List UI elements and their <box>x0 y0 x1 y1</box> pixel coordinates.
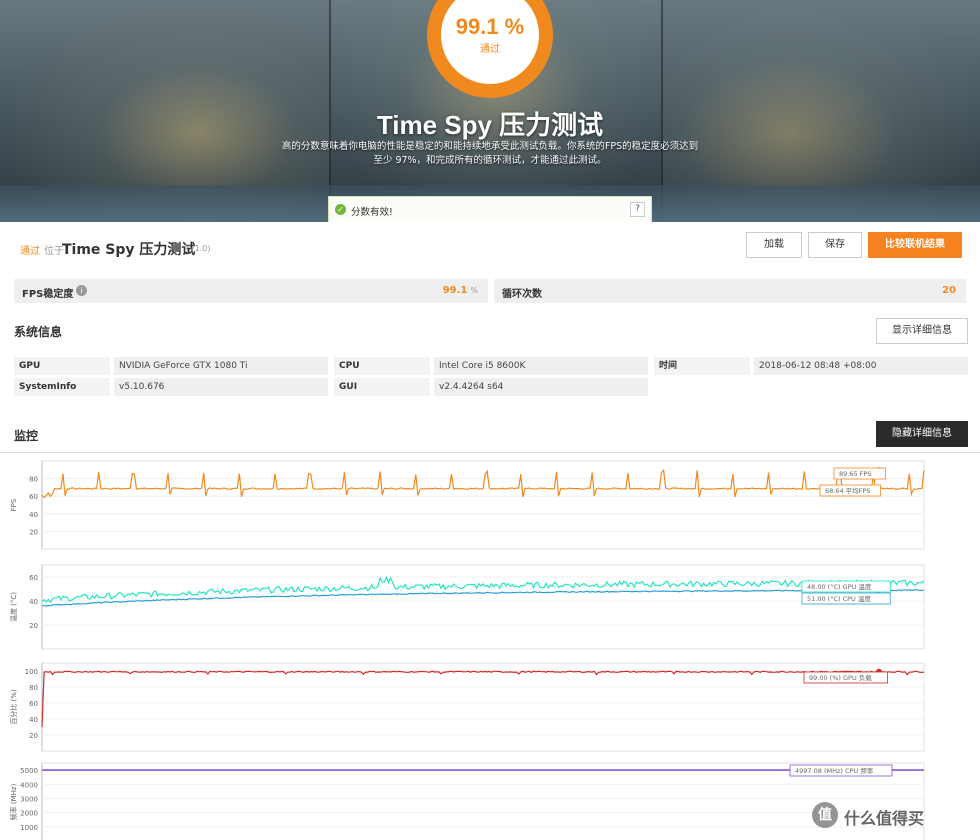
y-tick-label: 80 <box>29 476 38 484</box>
y-axis-label: 百分比 (%) <box>9 689 18 725</box>
y-tick-label: 20 <box>29 528 38 536</box>
position-word: 位于 <box>44 246 64 257</box>
hero-description: 高的分数意味着你电脑的性能是稳定的和能持续地承受此测试负载。你系统的FPS的稳定… <box>281 141 699 166</box>
y-tick-label: 100 <box>25 668 38 676</box>
save-button[interactable]: 保存 <box>808 232 862 258</box>
help-button[interactable]: ? <box>630 202 645 217</box>
watermark-logo: 值 <box>812 802 838 828</box>
time-key: 时间 <box>654 357 750 375</box>
series-line <box>41 575 925 604</box>
cpu-value: Intel Core i5 8600K <box>434 357 648 375</box>
breadcrumb: 通过 位于 <box>20 242 64 257</box>
systeminfo-value: v5.10.676 <box>114 378 328 396</box>
value-label: 89.65 FPS <box>839 470 871 478</box>
monitor-title: 监控 <box>14 429 39 443</box>
chart-frame <box>41 460 925 550</box>
value-label: 51.00 (°C) CPU 温度 <box>807 594 871 603</box>
y-tick-label: 40 <box>29 598 38 606</box>
y-tick-label: 5000 <box>20 767 38 775</box>
hero-title: Time Spy 压力测试 <box>376 110 604 140</box>
hide-details-button[interactable]: 隐藏详细信息 <box>876 421 968 447</box>
fps-stability-bar: FPS稳定度 i 99.1% <box>14 279 488 303</box>
y-axis-label: FPS <box>10 498 18 511</box>
time-value: 2018-06-12 08:48 +08:00 <box>754 357 968 375</box>
watermark-text: 什么值得买 <box>844 809 925 828</box>
y-tick-label: 3000 <box>20 795 38 803</box>
test-version: (V1.0) <box>186 244 211 253</box>
y-tick-label: 60 <box>29 493 38 501</box>
score-valid-text: 分数有效! <box>351 207 393 218</box>
chart-frame <box>41 662 925 752</box>
hero-banner: 99.1 % 通过 Time Spy 压力测试 高的分数意味着你电脑的性能是稳定… <box>0 0 980 222</box>
score-value: 99.1 % <box>455 14 525 39</box>
fps-stability-unit: % <box>470 286 478 295</box>
y-axis-label: 温度 (°C) <box>9 592 18 622</box>
show-details-button[interactable]: 显示详细信息 <box>876 318 968 344</box>
y-tick-label: 2000 <box>20 810 38 818</box>
loop-count-value: 20 <box>942 285 956 296</box>
score-badge: 99.1 % 通过 <box>427 0 553 98</box>
fps-stability-value: 99.1% <box>443 285 478 296</box>
series-line <box>42 589 925 607</box>
value-label: 48.00 (°C) GPU 温度 <box>807 582 872 591</box>
loop-count-bar: 循环次数 20 <box>494 279 966 303</box>
loop-count-label: 循环次数 <box>502 289 542 300</box>
load-button[interactable]: 加载 <box>746 232 802 258</box>
monitoring-charts-svg: 80 60 40 20 FPS 89.65 FPS 68.64 平均FPS 60 40 20 温度 … <box>9 460 925 840</box>
compare-online-button[interactable]: 比较联机结果 <box>868 232 962 258</box>
gui-key: GUI <box>334 378 430 396</box>
systeminfo-key: SystemInfo <box>14 378 110 396</box>
fps-stability-number: 99.1 <box>442 285 468 296</box>
y-tick-label: 80 <box>29 684 38 692</box>
monitoring-charts: 80 60 40 20 FPS 89.65 FPS 68.64 平均FPS 60 40 20 温度 … <box>0 452 980 840</box>
y-tick-label: 60 <box>29 700 38 708</box>
y-tick-label: 1000 <box>20 824 38 832</box>
y-tick-label: 60 <box>29 574 38 582</box>
system-info-title: 系统信息 <box>14 325 63 339</box>
value-label: 99.00 (%) GPU 负载 <box>809 673 872 682</box>
y-tick-label: 4000 <box>20 781 38 789</box>
test-name: Time Spy 压力测试 <box>62 242 196 258</box>
value-label: 4997.08 (MHz) CPU 频率 <box>795 766 874 775</box>
value-label: 68.64 平均FPS <box>825 486 870 495</box>
score-status: 通过 <box>480 44 500 55</box>
gui-value: v2.4.4264 s64 <box>434 378 648 396</box>
watermark: 值 什么值得买 <box>812 800 972 830</box>
y-axis-label: 频率 (MHz) <box>9 783 18 820</box>
result-status: 通过 <box>20 246 40 257</box>
gpu-key: GPU <box>14 357 110 375</box>
cpu-key: CPU <box>334 357 430 375</box>
score-valid-banner: ✓ 分数有效! ? <box>328 196 652 222</box>
y-tick-label: 40 <box>29 716 38 724</box>
series-line <box>41 468 925 499</box>
info-icon[interactable]: i <box>76 285 87 296</box>
fps-stability-label: FPS稳定度 <box>22 289 74 300</box>
y-tick-label: 20 <box>29 732 38 740</box>
gpu-value: NVIDIA GeForce GTX 1080 Ti <box>114 357 328 375</box>
check-icon: ✓ <box>335 204 346 215</box>
chart-frame <box>41 564 925 650</box>
y-tick-label: 20 <box>29 622 38 630</box>
y-tick-label: 40 <box>29 511 38 519</box>
